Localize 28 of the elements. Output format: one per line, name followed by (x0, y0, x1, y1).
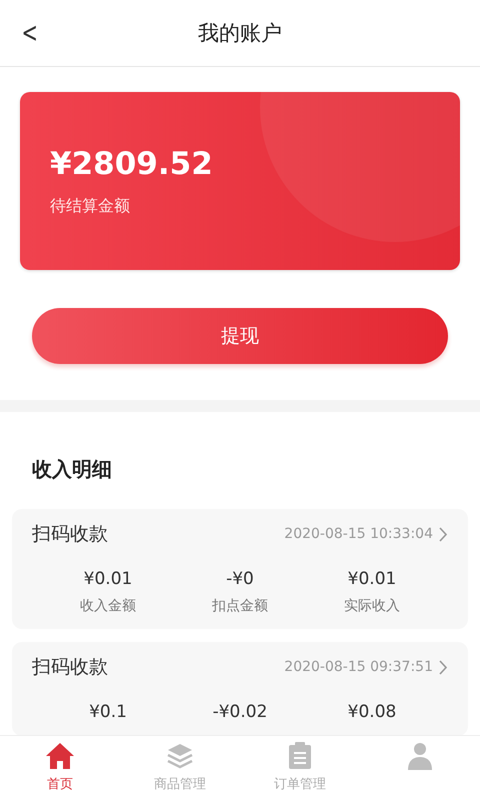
amount-value: -¥0 (226, 569, 254, 589)
chevron-right-icon[interactable] (439, 660, 448, 674)
clipboard-icon (288, 742, 312, 770)
record-type: 扫码收款 (32, 655, 109, 680)
balance-amount: ¥2809.52 (50, 146, 214, 182)
amount-value: ¥0.01 (84, 569, 132, 589)
home-icon (45, 742, 75, 770)
amount-value: ¥0.1 (89, 702, 127, 722)
tab[interactable]: 首页 (0, 736, 120, 800)
record-time: 2020-08-15 10:33:04 (284, 526, 433, 542)
amount-value: ¥0.08 (348, 702, 396, 722)
amount-label: 收入金额 (80, 597, 136, 615)
record-type: 扫码收款 (32, 522, 109, 547)
section-title: 收入明细 (32, 456, 112, 483)
person-icon (407, 742, 433, 770)
record-card[interactable]: 扫码收款 2020-08-15 09:37:51 ¥0.1 -¥0.02 ¥0.08 (12, 642, 468, 735)
chevron-right-icon[interactable] (439, 526, 448, 542)
amount-label: 扣点金额 (212, 597, 268, 615)
withdraw-button[interactable]: 提现 (32, 308, 448, 364)
amount-label: 实际收入 (344, 597, 400, 615)
balance-label: 待结算金额 (50, 196, 131, 216)
record-time: 2020-08-15 09:37:51 (284, 659, 433, 675)
layers-icon (166, 742, 194, 770)
record-card[interactable]: 扫码收款 2020-08-15 10:33:04 ¥0.01 收入金额 -¥0 扣点金额 ¥0.01 实际收入 (12, 509, 468, 629)
amount-value: ¥0.01 (348, 569, 396, 589)
amount-value: -¥0.02 (212, 702, 268, 722)
page-title: 我的账户 (198, 20, 282, 47)
back-button[interactable]: < (17, 16, 42, 49)
